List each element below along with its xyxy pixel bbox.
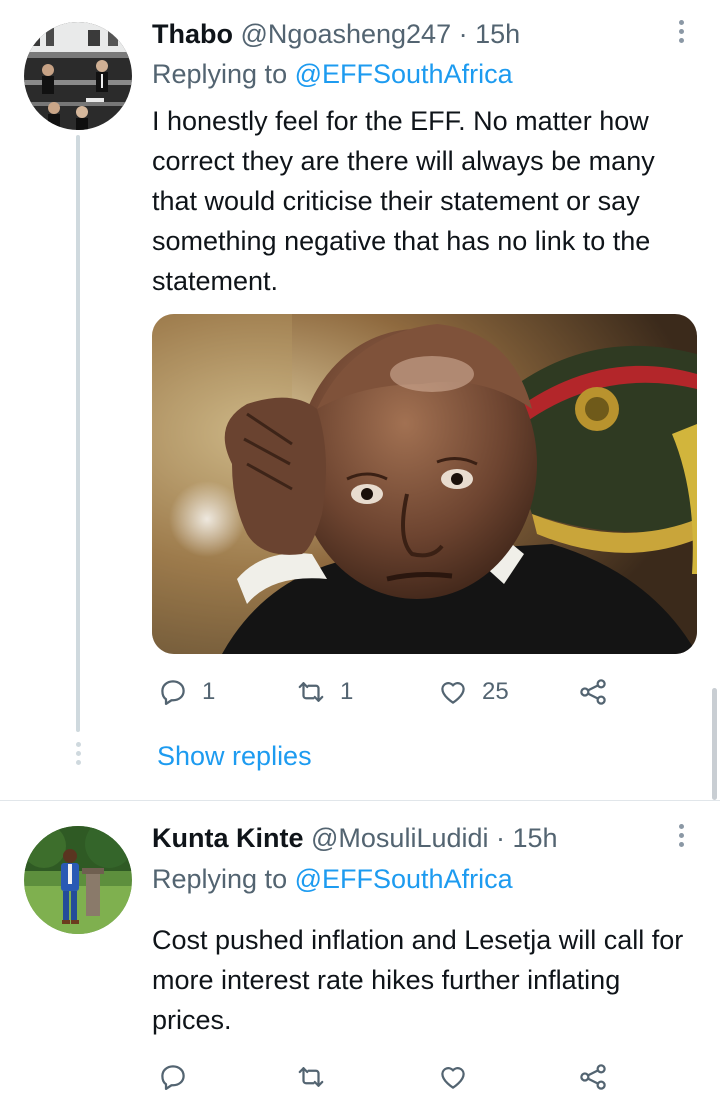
heart-icon xyxy=(441,682,465,704)
user-handle[interactable]: @MosuliLudidi xyxy=(311,823,489,853)
replying-to: Replying to @EFFSouthAfrica xyxy=(152,866,513,893)
retweet-button[interactable]: 1 xyxy=(296,672,353,712)
display-name[interactable]: Thabo xyxy=(152,19,233,49)
reply-icon xyxy=(161,1065,185,1090)
share-button[interactable] xyxy=(578,1057,608,1097)
tweet-text: I honestly feel for the EFF. No matter h… xyxy=(152,106,655,296)
replying-to: Replying to @EFFSouthAfrica xyxy=(152,61,513,88)
tweet-actions: 1 1 25 xyxy=(152,672,702,712)
heart-icon xyxy=(441,1067,465,1089)
replying-to-handle[interactable]: @EFFSouthAfrica xyxy=(295,864,513,894)
tweet-header: Kunta Kinte @MosuliLudidi · 15h xyxy=(152,825,558,852)
retweet-icon xyxy=(298,1067,324,1087)
tweet-header: Thabo @Ngoasheng247 · 15h xyxy=(152,21,520,48)
tweet-thabo[interactable]: Thabo @Ngoasheng247 · 15h Replying to @E… xyxy=(0,0,720,800)
user-handle[interactable]: @Ngoasheng247 xyxy=(241,19,452,49)
like-count: 25 xyxy=(482,678,509,705)
retweet-count: 1 xyxy=(340,678,354,705)
like-button[interactable] xyxy=(438,1057,468,1097)
display-name[interactable]: Kunta Kinte xyxy=(152,823,304,853)
tweet-text: Cost pushed inflation and Lesetja will c… xyxy=(152,925,684,1035)
scrollbar[interactable] xyxy=(712,688,717,800)
reply-icon xyxy=(161,680,185,705)
reply-count: 1 xyxy=(202,678,216,705)
tweet-photo[interactable] xyxy=(152,314,697,654)
like-button[interactable]: 25 xyxy=(438,672,509,712)
retweet-button[interactable] xyxy=(296,1057,326,1097)
tweet-kunta-kinte[interactable]: Kunta Kinte @MosuliLudidi · 15h Cost pus… xyxy=(0,801,720,1100)
replying-to-label: Replying to xyxy=(152,864,288,894)
avatar[interactable] xyxy=(24,826,132,934)
share-icon xyxy=(580,1064,606,1090)
thread-line xyxy=(76,135,80,732)
share-icon xyxy=(580,679,606,705)
timestamp[interactable]: · 15h xyxy=(496,823,558,853)
avatar[interactable] xyxy=(24,22,132,130)
reply-button[interactable]: 1 xyxy=(158,672,215,712)
more-vertical-icon[interactable] xyxy=(674,20,688,48)
timestamp[interactable]: · 15h xyxy=(459,19,521,49)
retweet-icon xyxy=(298,682,324,702)
thread-continuation-dots xyxy=(74,742,82,770)
replying-to-label: Replying to xyxy=(152,59,288,89)
reply-button[interactable] xyxy=(158,1057,188,1097)
replying-to-handle[interactable]: @EFFSouthAfrica xyxy=(295,59,513,89)
more-vertical-icon[interactable] xyxy=(674,824,688,852)
tweet-actions xyxy=(152,1057,702,1097)
share-button[interactable] xyxy=(578,672,608,712)
show-replies-link[interactable]: Show replies xyxy=(157,740,312,772)
